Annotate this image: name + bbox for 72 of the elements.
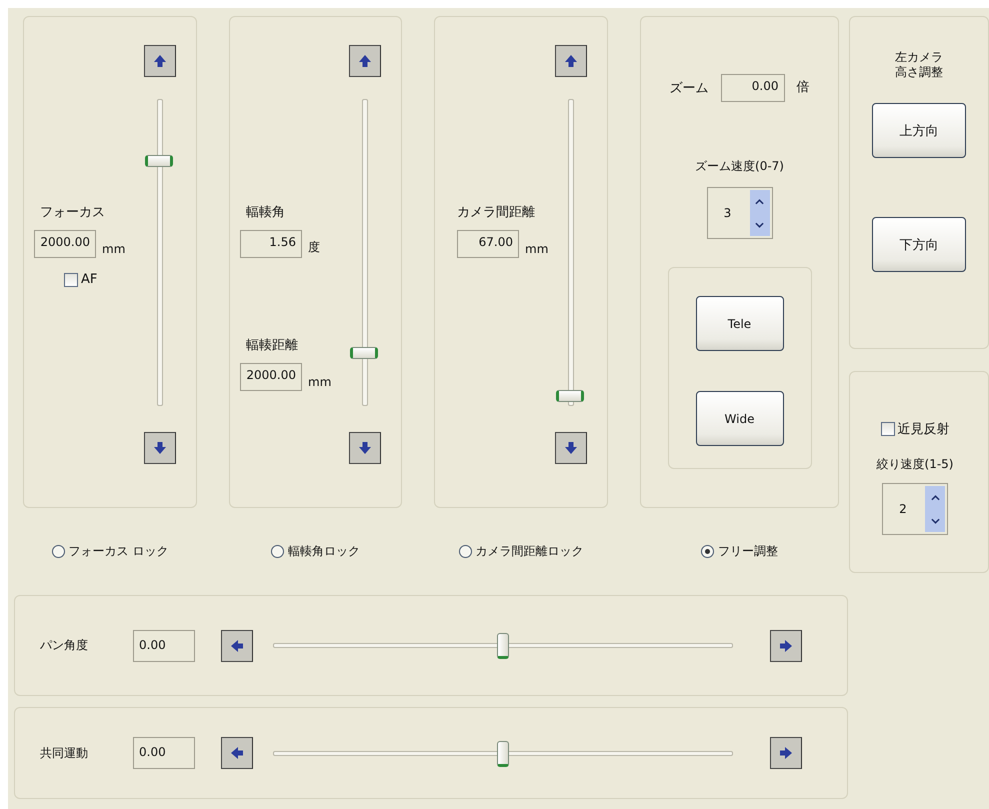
caret-up-icon bbox=[930, 494, 940, 500]
spin-box[interactable]: 3 bbox=[706, 187, 772, 239]
scroll-down-button[interactable] bbox=[349, 432, 381, 464]
radio-label: 輻輳角ロック bbox=[288, 543, 360, 560]
field-label: ズーム bbox=[670, 80, 708, 97]
arrow-up-icon bbox=[563, 53, 579, 69]
unit-label: 倍 bbox=[796, 79, 810, 97]
spin-box[interactable]: 2 bbox=[882, 483, 948, 535]
checkbox[interactable] bbox=[880, 422, 894, 436]
radio-button[interactable] bbox=[701, 545, 714, 558]
scroll-down-button[interactable] bbox=[144, 432, 176, 464]
scroll-left-button[interactable] bbox=[221, 630, 253, 662]
direction-button[interactable]: 下方向 bbox=[872, 217, 966, 272]
radio-label: フリー調整 bbox=[718, 543, 778, 560]
slider-thumb[interactable] bbox=[497, 633, 509, 659]
arrow-down-icon bbox=[357, 440, 373, 456]
caret-down-icon bbox=[930, 518, 940, 524]
scroll-left-button[interactable] bbox=[221, 737, 253, 769]
arrow-up-icon bbox=[152, 53, 168, 69]
arrow-left-icon bbox=[229, 638, 245, 654]
checkbox-label: AF bbox=[81, 272, 98, 287]
arrow-right-icon bbox=[778, 638, 794, 654]
slider-thumb[interactable] bbox=[497, 740, 509, 766]
arrow-down-icon bbox=[563, 440, 579, 456]
value-field[interactable]: 67.00 bbox=[457, 230, 519, 258]
arrow-right-icon bbox=[778, 745, 794, 761]
value-field[interactable]: 0.00 bbox=[133, 630, 195, 662]
value-field[interactable]: 0.00 bbox=[133, 737, 195, 769]
unit-label: 度 bbox=[308, 239, 320, 256]
arrow-left-icon bbox=[229, 745, 245, 761]
unit-label: mm bbox=[525, 242, 548, 258]
arrow-down-icon bbox=[152, 440, 168, 456]
slider-thumb[interactable] bbox=[556, 390, 584, 402]
scroll-right-button[interactable] bbox=[770, 630, 802, 662]
field-label: パン角度 bbox=[40, 637, 89, 654]
direction-button[interactable]: 上方向 bbox=[872, 103, 966, 158]
field-label: カメラ間距離 bbox=[457, 204, 536, 222]
radio-label: フォーカス ロック bbox=[68, 543, 168, 560]
field-label: 共同運動 bbox=[40, 744, 89, 762]
radio-button[interactable] bbox=[271, 545, 284, 558]
spin-value: 2 bbox=[898, 501, 908, 518]
zoom-button[interactable]: Wide bbox=[696, 391, 784, 446]
field-label: 輻輳角 bbox=[245, 204, 286, 222]
value-field[interactable]: 2000.00 bbox=[240, 363, 302, 391]
value-field[interactable]: 2000.00 bbox=[34, 230, 96, 258]
unit-label: mm bbox=[308, 375, 332, 391]
value-field[interactable]: 1.56 bbox=[240, 230, 302, 258]
slider-thumb[interactable] bbox=[145, 155, 173, 167]
zoom-button[interactable]: Tele bbox=[696, 296, 784, 351]
scroll-right-button[interactable] bbox=[770, 737, 802, 769]
scroll-down-button[interactable] bbox=[555, 432, 587, 464]
slider-thumb[interactable] bbox=[350, 347, 378, 360]
checkbox[interactable] bbox=[64, 272, 78, 286]
field-label: 輻輳距離 bbox=[245, 337, 299, 355]
scroll-up-button[interactable] bbox=[144, 45, 176, 77]
caret-up-icon bbox=[755, 198, 764, 204]
caret-down-icon bbox=[755, 222, 764, 228]
spin-value: 3 bbox=[722, 205, 732, 222]
radio-label: カメラ間距離ロック bbox=[476, 543, 584, 560]
panel-title: 高さ調整 bbox=[895, 65, 943, 80]
scroll-up-button[interactable] bbox=[349, 45, 381, 77]
value-field[interactable]: 0.00 bbox=[720, 74, 784, 102]
radio-button[interactable] bbox=[458, 545, 472, 558]
field-label: 絞り速度(1-5) bbox=[876, 456, 954, 473]
arrow-up-icon bbox=[357, 53, 373, 69]
scroll-up-button[interactable] bbox=[555, 45, 587, 77]
checkbox-label: 近見反射 bbox=[898, 421, 950, 438]
radio-button[interactable] bbox=[52, 545, 65, 558]
field-label: フォーカス bbox=[39, 204, 106, 222]
unit-label: mm bbox=[102, 242, 126, 258]
panel-title: 左カメラ bbox=[895, 50, 943, 65]
field-label: ズーム速度(0-7) bbox=[695, 158, 784, 175]
